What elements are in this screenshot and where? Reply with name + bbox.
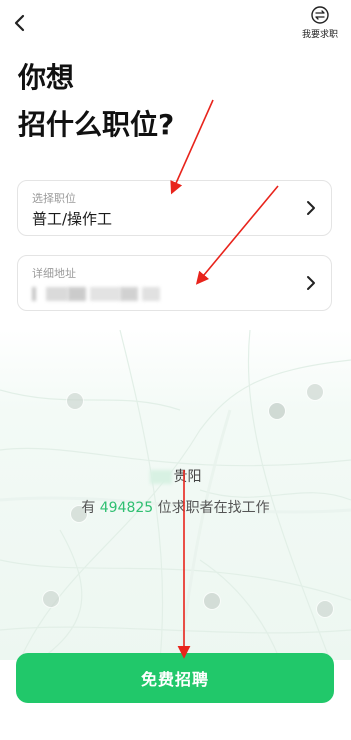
page-title-line2: 招什么职位? — [18, 108, 175, 141]
city-name-suffix: 贵阳 — [173, 469, 202, 485]
city-label: 贵阳 — [0, 466, 351, 486]
address-value-blurred — [32, 287, 167, 301]
map-background — [0, 330, 351, 660]
job-position-label: 选择职位 — [32, 192, 76, 205]
jobseeker-avatar — [306, 383, 324, 401]
job-position-field[interactable]: 选择职位 普工/操作工 — [17, 180, 332, 236]
jobseeker-avatar — [203, 592, 221, 610]
back-button[interactable] — [8, 10, 32, 36]
jobseeker-avatar — [42, 590, 60, 608]
annotation-arrow — [170, 99, 214, 195]
jobseeker-avatar — [316, 600, 334, 618]
job-position-value: 普工/操作工 — [32, 210, 113, 228]
chevron-left-icon — [14, 14, 25, 32]
stats-suffix: 位求职者在找工作 — [157, 500, 270, 516]
page-title-line1: 你想 — [18, 61, 75, 94]
chevron-right-icon — [307, 201, 315, 215]
city-name-blurred — [149, 470, 172, 484]
switch-label: 我要求职 — [301, 30, 338, 40]
jobseeker-count: 494825 — [99, 500, 154, 516]
address-field[interactable]: 详细地址 — [17, 255, 332, 311]
jobseeker-stats: 有 494825 位求职者在找工作 — [0, 497, 351, 517]
chevron-right-icon — [307, 276, 315, 290]
switch-to-jobseeker-button[interactable]: 我要求职 — [299, 6, 341, 42]
address-label: 详细地址 — [32, 267, 76, 280]
free-recruit-button[interactable]: 免费招聘 — [16, 653, 334, 703]
stats-prefix: 有 — [81, 500, 96, 516]
jobseeker-avatar — [66, 392, 84, 410]
switch-arrows-icon — [311, 6, 329, 24]
jobseeker-avatar — [268, 402, 286, 420]
